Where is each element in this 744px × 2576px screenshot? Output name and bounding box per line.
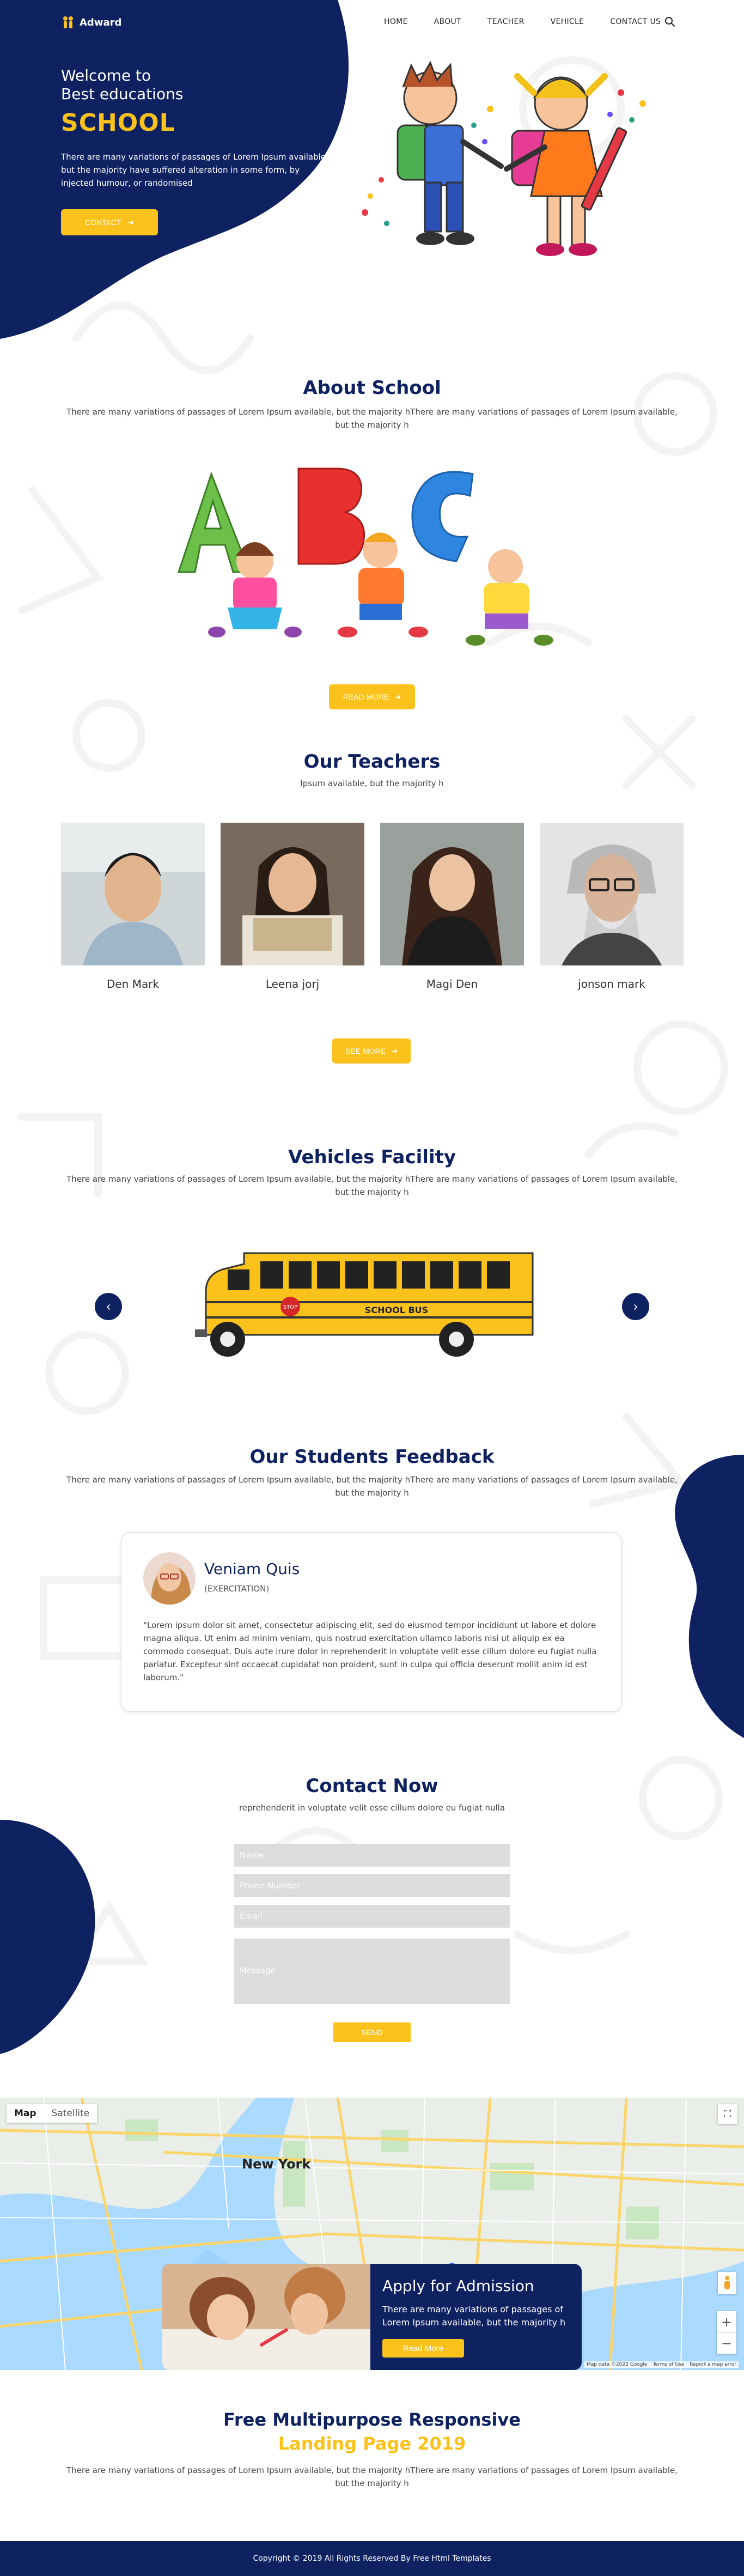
teacher-card[interactable]: Den Mark	[61, 823, 205, 991]
footer: Copyright © 2019 All Rights Reserved By …	[0, 2541, 744, 2576]
zoom-out-button[interactable]: −	[717, 2332, 736, 2354]
avatar	[143, 1552, 196, 1605]
feedback-description: There are many variations of passages of…	[66, 1475, 678, 1498]
testimonial-card: Veniam Quis (EXERCITATION) "Lorem ipsum …	[121, 1532, 622, 1712]
school-bus-illustration: STOP SCHOOL BUS	[195, 1252, 534, 1357]
map-tab-satellite[interactable]: Satellite	[44, 2104, 97, 2123]
promo-title-line2: Landing Page 2019	[278, 2433, 466, 2454]
teachers-title: Our Teachers	[303, 751, 441, 773]
nav-teacher[interactable]: TEACHER	[487, 17, 525, 26]
hero-welcome-line2: Best educations	[61, 85, 184, 103]
nav-about[interactable]: ABOUT	[434, 17, 461, 26]
nav-home[interactable]: HOME	[384, 17, 408, 26]
teacher-photo	[380, 823, 524, 965]
teacher-name: Leena jorj	[265, 977, 320, 991]
see-more-button[interactable]: SEE MORE ➜	[332, 1038, 411, 1064]
nav-vehicle[interactable]: VEHICLE	[551, 17, 584, 26]
contact-subtitle: reprehenderit in voluptate velit esse ci…	[239, 1803, 505, 1813]
admission-description: There are many variations of passages of…	[382, 2304, 566, 2328]
contact-button[interactable]: CONTACT ➜	[61, 209, 158, 235]
teacher-name: Den Mark	[106, 977, 160, 991]
bus-stop-sign: STOP	[283, 1304, 297, 1310]
read-more-button[interactable]: READ MORE ➜	[329, 684, 415, 709]
carousel-prev-button[interactable]: ‹	[95, 1293, 122, 1320]
map-tab-map[interactable]: Map	[7, 2104, 44, 2123]
about-description: There are many variations of passages of…	[66, 407, 678, 430]
testimonial-role: (EXERCITATION)	[204, 1584, 270, 1594]
main-nav: HOME ABOUT TEACHER VEHICLE CONTACT US	[384, 17, 687, 26]
promo-title-line1: Free Multipurpose Responsive	[223, 2409, 521, 2430]
brand-logo[interactable]: Adward	[61, 15, 121, 29]
contact-title: Contact Now	[306, 1775, 438, 1797]
promo-description: There are many variations of passages of…	[66, 2465, 678, 2488]
teacher-card[interactable]: jonson mark	[540, 823, 684, 991]
brand-name: Adward	[80, 16, 122, 28]
read-more-label: READ MORE	[343, 692, 389, 701]
teacher-photo	[540, 823, 684, 965]
teachers-subtitle: Ipsum available, but the majority h	[300, 779, 444, 788]
vehicles-title: Vehicles Facility	[288, 1146, 456, 1168]
testimonial-quote: "Lorem ipsum dolor sit amet, consectetur…	[143, 1620, 597, 1682]
bus-label: SCHOOL BUS	[365, 1305, 428, 1315]
send-button[interactable]: SEND	[333, 2022, 411, 2042]
zoom-controls: + −	[717, 2311, 736, 2354]
hero-welcome-line1: Welcome to	[61, 66, 151, 84]
feedback-title: Our Students Feedback	[249, 1446, 495, 1468]
chevron-right-icon: ›	[633, 1299, 638, 1314]
message-field[interactable]	[234, 1939, 510, 2004]
testimonial-name: Veniam Quis	[204, 1560, 300, 1578]
arrow-right-icon: ➜	[394, 692, 401, 701]
about-title: About School	[303, 377, 441, 399]
nav-contact-us[interactable]: CONTACT US	[610, 17, 661, 26]
map-credits: Map data ©2022 Google Terms of Use Repor…	[584, 2361, 739, 2368]
chevron-left-icon: ‹	[106, 1299, 111, 1314]
contact-button-label: CONTACT	[84, 218, 121, 227]
arrow-right-icon: ➜	[127, 217, 135, 227]
carousel-next-button[interactable]: ›	[622, 1293, 649, 1320]
zoom-in-button[interactable]: +	[717, 2311, 736, 2332]
hero-description: There are many variations of passages of…	[61, 152, 328, 188]
teacher-name: jonson mark	[578, 977, 645, 991]
admission-card: Apply for Admission There are many varia…	[162, 2264, 582, 2370]
search-icon[interactable]	[664, 16, 675, 27]
teacher-photo	[61, 823, 205, 965]
vehicles-description: There are many variations of passages of…	[66, 1174, 678, 1197]
teacher-name: Magi Den	[426, 977, 478, 991]
report-error-link[interactable]: Report a map error	[690, 2362, 736, 2367]
see-more-label: SEE MORE	[345, 1047, 386, 1055]
terms-link[interactable]: Terms of Use	[653, 2362, 685, 2367]
teacher-card[interactable]: Leena jorj	[221, 823, 364, 991]
map-type-toggle: Map Satellite	[7, 2104, 97, 2123]
email-field[interactable]	[234, 1905, 510, 1928]
fullscreen-icon: ⛶	[724, 2108, 731, 2120]
map-data-credit: Map data ©2022 Google	[587, 2362, 648, 2367]
abc-kids-illustration	[177, 467, 553, 646]
map-city-label: New York	[242, 2156, 311, 2172]
hero-section: Adward HOME ABOUT TEACHER VEHICLE CONTAC…	[0, 0, 744, 349]
phone-field[interactable]	[234, 1874, 510, 1897]
admission-photo	[162, 2264, 370, 2370]
street-view-pegman[interactable]	[718, 2272, 736, 2294]
admission-read-more-button[interactable]: Read More	[382, 2339, 464, 2358]
pegman-icon	[724, 2276, 730, 2289]
teacher-card[interactable]: Magi Den	[380, 823, 524, 991]
kids-backpack-illustration	[362, 60, 646, 256]
name-field[interactable]	[234, 1844, 510, 1867]
hero-welcome: Welcome to Best educations	[61, 66, 290, 104]
arrow-right-icon: ➜	[391, 1046, 398, 1055]
contact-blob-shape	[0, 1820, 95, 2054]
teacher-photo	[221, 823, 364, 965]
fullscreen-button[interactable]: ⛶	[718, 2104, 737, 2124]
copyright-text: Copyright © 2019 All Rights Reserved By …	[253, 2554, 491, 2563]
logo-kids-icon	[61, 15, 75, 29]
admission-title: Apply for Admission	[382, 2277, 534, 2295]
hero-school-title: SCHOOL	[61, 109, 175, 137]
